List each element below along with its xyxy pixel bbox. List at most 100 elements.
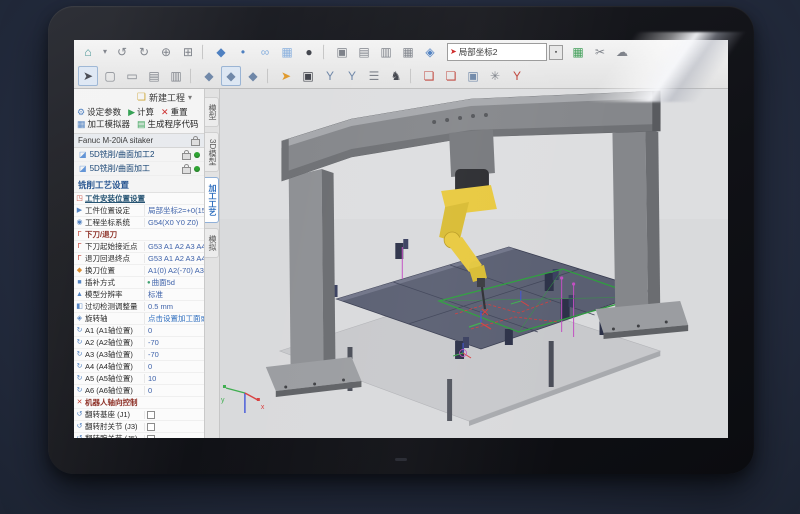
param-label: 换刀位置 (85, 265, 144, 276)
param-value[interactable]: 标准 (144, 289, 204, 300)
rotate-view-icon[interactable]: ↻ (134, 42, 154, 62)
translucency-icon[interactable]: ▦ (277, 42, 297, 62)
toolbar-divider[interactable] (410, 68, 415, 84)
param-icon: ↻ (74, 351, 85, 358)
red-funnel-icon[interactable]: Y (507, 66, 527, 86)
gcode-doc2-icon[interactable]: ❏ (441, 66, 461, 86)
shaded-view-icon[interactable]: ◆ (211, 42, 231, 62)
surface-op-icon[interactable]: ◆ (199, 66, 219, 86)
snapshot-icon[interactable]: ▣ (463, 66, 483, 86)
param-value[interactable]: -70 (144, 350, 204, 359)
tab-3d-model[interactable]: 3D模型 (205, 132, 219, 172)
workpiece-view-icon[interactable]: ▤ (354, 42, 374, 62)
collision-shield-icon[interactable]: ◈ (420, 42, 440, 62)
param-value[interactable]: G53 A1 A2 A3 A4 A5 A (144, 242, 204, 251)
toolbar-divider[interactable] (323, 44, 328, 60)
toolbar-divider[interactable] (202, 44, 207, 60)
coord-browse-button[interactable]: ▪ (549, 45, 563, 60)
op-list-icon[interactable]: ☰ (364, 66, 384, 86)
pliers-icon[interactable]: ✂ (590, 42, 610, 62)
param-icon: ✕ (74, 399, 85, 406)
toolbar-divider[interactable] (267, 68, 272, 84)
snap-point-icon[interactable]: • (233, 42, 253, 62)
tab-technology[interactable]: 加工工艺 (205, 177, 219, 223)
box-select-icon[interactable]: ▢ (100, 66, 120, 86)
coord-marker-icon: ➤ (450, 48, 457, 56)
funnel2-icon[interactable]: Y (342, 66, 362, 86)
param-value[interactable]: 局部坐标2=+0(1544.582 (144, 205, 204, 216)
param-value[interactable] (144, 423, 204, 431)
viewport-3d[interactable]: y x (220, 89, 728, 438)
stamp-icon[interactable]: ▤ (144, 66, 164, 86)
param-value[interactable]: A1(0) A2(-70) A3(-70) (144, 266, 204, 275)
param-label: 插补方式 (85, 277, 144, 288)
zoom-window-icon[interactable]: ⊞ (178, 42, 198, 62)
param-value[interactable]: G54(X0 Y0 Z0) (144, 218, 204, 227)
select-cursor-icon[interactable]: ➤ (78, 66, 98, 86)
render-sphere-icon[interactable]: ● (299, 42, 319, 62)
funnel-icon[interactable]: Y (320, 66, 340, 86)
zoom-icon[interactable]: ⊕ (156, 42, 176, 62)
tree-root-machine[interactable]: Fanuc M-20iA sitaker (74, 134, 204, 148)
fixture-view-icon[interactable]: ▥ (376, 42, 396, 62)
stamp2-icon[interactable]: ▥ (166, 66, 186, 86)
toolpath-net-icon[interactable]: ✳ (485, 66, 505, 86)
surface-op-active-icon[interactable]: ◆ (221, 66, 241, 86)
param-value-text: 0 (148, 386, 152, 395)
param-row: ■ 插补方式 ●曲面5d (74, 277, 204, 289)
param-value[interactable]: 0.5 mm (144, 302, 204, 311)
simulator-button[interactable]: ▦ 加工模拟器 (77, 118, 130, 130)
set-params-button[interactable]: ⚙ 设定参数 (77, 106, 121, 118)
machine-view-icon[interactable]: ▣ (332, 42, 352, 62)
param-value[interactable]: 10 (144, 374, 204, 383)
param-label: 工件安装位置设置 (85, 193, 145, 204)
robot-icon[interactable]: ♞ (386, 66, 406, 86)
mesh-cloud-icon[interactable]: ☁ (612, 42, 632, 62)
param-value[interactable]: 点击设置加工面或刀路方向 (144, 313, 204, 324)
surface-op3-icon[interactable]: ◆ (243, 66, 263, 86)
coordinate-system-dropdown[interactable]: ➤ 局部坐标2 (447, 43, 547, 61)
param-icon: ↻ (74, 363, 85, 370)
status-ok-dot (194, 152, 200, 158)
param-value[interactable]: G53 A1 A2 A3 A4 A5 A (144, 254, 204, 263)
link-chain-icon[interactable]: ∞ (255, 42, 275, 62)
orbit-view-icon[interactable]: ↺ (112, 42, 132, 62)
toolbar-divider[interactable] (190, 68, 195, 84)
stats-icon[interactable]: ▦ (568, 42, 588, 62)
param-value-text: 标准 (148, 289, 163, 300)
param-value[interactable] (144, 435, 204, 439)
calculate-button[interactable]: ▶ 计算 (128, 106, 154, 118)
generate-gcode-button[interactable]: ▤ 生成程序代码 (137, 118, 199, 130)
lasso-select-icon[interactable]: ▭ (122, 66, 142, 86)
scene-view-icon[interactable]: ▦ (398, 42, 418, 62)
param-label: 旋转轴 (85, 313, 144, 324)
param-label: 下刀起始接近点 (85, 241, 144, 252)
operation-row[interactable]: ◪ 5D铣削/曲面加工2 (74, 148, 204, 162)
operation-label: 5D铣削/曲面加工2 (90, 149, 179, 160)
tab-model[interactable]: 模型 (205, 97, 219, 127)
param-value[interactable]: -70 (144, 338, 204, 347)
tab-simulation[interactable]: 模拟 (205, 228, 219, 258)
dropdown-caret-icon[interactable]: ▾ (100, 42, 110, 62)
new-project-button[interactable]: ❏ 新建工程 ▾ (133, 89, 196, 106)
param-value[interactable] (144, 411, 204, 419)
param-value-text: -70 (148, 350, 159, 359)
operations-tree: Fanuc M-20iA sitaker ◪ 5D铣削/曲面加工2 (74, 133, 204, 176)
param-row: ↻ A1 (A1轴位置) 0 (74, 325, 204, 337)
param-value[interactable]: 0 (144, 386, 204, 395)
action-row-2: ▦ 加工模拟器 ▤ 生成程序代码 (74, 118, 204, 130)
param-icon: ◈ (74, 315, 85, 322)
param-value[interactable]: ●曲面5d (144, 277, 204, 288)
app-home-icon[interactable]: ⌂ (78, 42, 98, 62)
side-tabstrip: 模型 3D模型 加工工艺 模拟 (205, 89, 220, 438)
gcode-doc-icon[interactable]: ❏ (419, 66, 439, 86)
param-value[interactable]: 0 (144, 326, 204, 335)
reset-button[interactable]: ✕ 重置 (161, 106, 188, 118)
machine-sim-icon[interactable]: ▣ (298, 66, 318, 86)
param-value[interactable]: 0 (144, 362, 204, 371)
play-icon: ▶ (128, 108, 135, 117)
param-label: A4 (A4轴位置) (85, 361, 144, 372)
operation-row[interactable]: ◪ 5D铣削/曲面加工 (74, 162, 204, 176)
3d-scene[interactable]: y x (220, 89, 728, 438)
hand-tool-icon[interactable]: ➤ (276, 66, 296, 86)
